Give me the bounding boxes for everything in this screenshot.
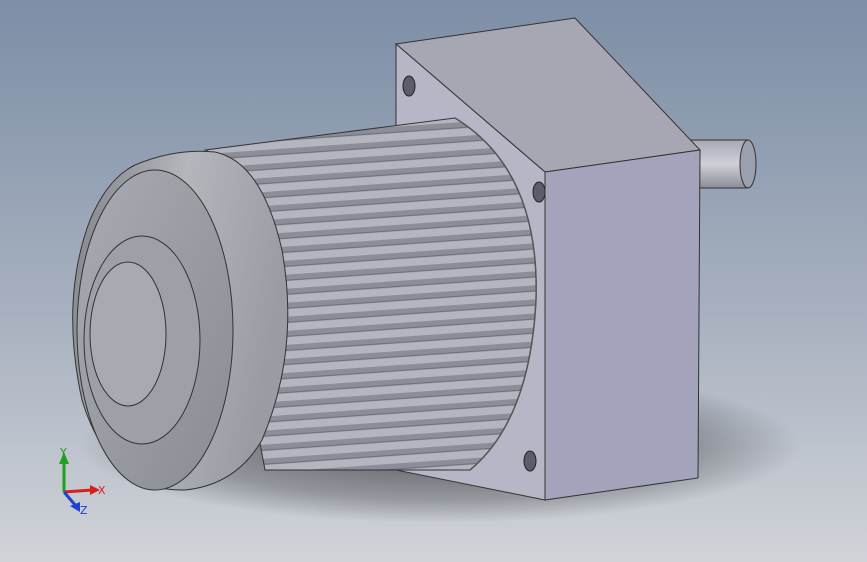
mounting-hole (402, 75, 416, 97)
x-axis-label: X (98, 484, 106, 497)
graphics-viewport[interactable]: Y X Z (0, 0, 867, 562)
gearbox-housing[interactable] (544, 149, 701, 501)
model-canvas[interactable]: Y X Z (0, 0, 867, 562)
mounting-hole (523, 450, 537, 472)
motor-end-cap[interactable] (72, 150, 289, 491)
mounting-hole (532, 181, 546, 203)
x-axis-line (63, 488, 93, 494)
end-cap-center (89, 261, 167, 407)
y-axis-label: Y (59, 446, 67, 459)
z-axis-label: Z (80, 504, 88, 517)
